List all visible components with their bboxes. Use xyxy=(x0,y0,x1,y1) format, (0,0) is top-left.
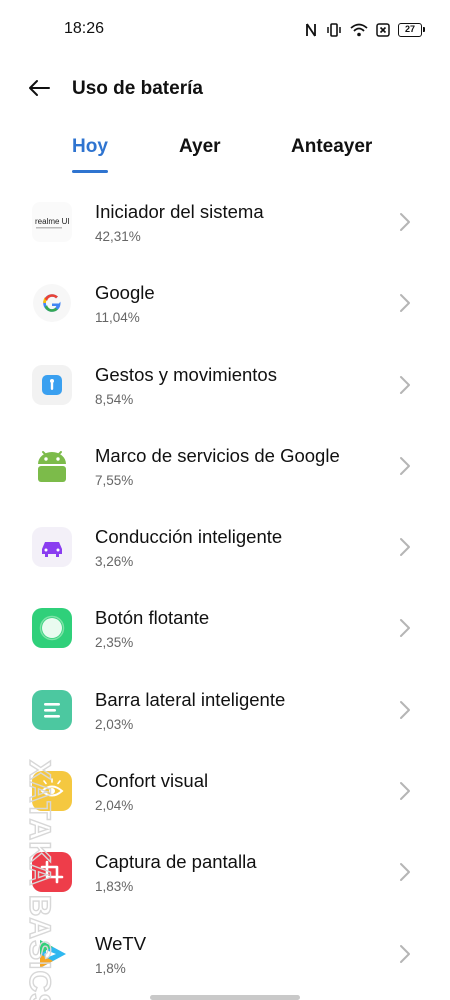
chevron-right-icon xyxy=(400,700,410,719)
app-name: Barra lateral inteligente xyxy=(95,688,286,710)
app-name: Confort visual xyxy=(95,770,209,792)
status-icons: 27 xyxy=(304,20,425,40)
eye-icon xyxy=(32,771,72,812)
wetv-icon xyxy=(32,934,72,974)
app-percent: 3,26% xyxy=(95,554,134,570)
app-percent: 7,55% xyxy=(95,472,134,488)
chevron-right-icon xyxy=(400,294,410,313)
app-name: Captura de pantalla xyxy=(95,851,257,873)
app-name: WeTV xyxy=(95,932,147,954)
android-icon xyxy=(32,446,72,486)
app-percent: 2,04% xyxy=(95,798,134,814)
list-item[interactable]: Conducción inteligente 3,26% xyxy=(0,507,450,588)
back-button[interactable] xyxy=(24,76,54,104)
realme-ui-icon: realme UI xyxy=(32,202,72,242)
car-icon xyxy=(32,527,72,568)
active-tab-indicator xyxy=(72,170,108,173)
page-title: Uso de batería xyxy=(72,78,203,99)
tab-anteayer[interactable]: Anteayer xyxy=(291,136,372,158)
sim-icon xyxy=(376,23,390,37)
app-percent: 2,35% xyxy=(95,635,134,651)
tab-hoy[interactable]: Hoy xyxy=(72,136,108,158)
app-name: Conducción inteligente xyxy=(95,526,283,548)
status-time: 18:26 xyxy=(64,20,105,37)
list-item[interactable]: Confort visual 2,04% xyxy=(0,751,450,832)
chevron-right-icon xyxy=(400,456,410,475)
chevron-right-icon xyxy=(400,944,410,963)
chevron-right-icon xyxy=(400,782,410,801)
google-icon xyxy=(32,283,72,323)
gestures-icon xyxy=(32,364,72,405)
list-item[interactable]: Gestos y movimientos 8,54% xyxy=(0,345,450,426)
chevron-right-icon xyxy=(400,619,410,638)
app-name: Iniciador del sistema xyxy=(95,201,264,222)
home-indicator[interactable] xyxy=(150,995,300,1000)
app-percent: 1,83% xyxy=(95,879,134,895)
list-item[interactable]: Marco de servicios de Google 7,55% xyxy=(0,426,450,507)
list-item[interactable]: realme UI Iniciador del sistema 42,31% xyxy=(0,182,450,263)
app-percent: 8,54% xyxy=(95,391,134,407)
wifi-icon xyxy=(350,23,368,37)
tab-bar: Hoy Ayer Anteayer xyxy=(0,128,450,180)
list-item[interactable]: Barra lateral inteligente 2,03% xyxy=(0,670,450,751)
sidebar-icon xyxy=(32,689,72,730)
status-bar: 18:26 27 xyxy=(0,0,450,58)
app-name: Gestos y movimientos xyxy=(95,363,277,385)
app-percent: 2,03% xyxy=(95,716,134,732)
chevron-right-icon xyxy=(400,863,410,882)
app-list: realme UI Iniciador del sistema 42,31% G… xyxy=(0,182,450,995)
chevron-right-icon xyxy=(400,538,410,557)
chevron-right-icon xyxy=(400,213,410,231)
app-percent: 42,31% xyxy=(95,229,141,244)
chevron-right-icon xyxy=(400,375,410,394)
tab-ayer[interactable]: Ayer xyxy=(179,136,221,158)
list-item[interactable]: Botón flotante 2,35% xyxy=(0,588,450,669)
app-name: Google xyxy=(95,282,155,304)
list-item[interactable]: Captura de pantalla 1,83% xyxy=(0,832,450,913)
svg-text:realme UI: realme UI xyxy=(35,217,70,226)
battery-icon: 27 xyxy=(398,23,425,37)
app-name: Marco de servicios de Google xyxy=(95,444,340,466)
app-name: Botón flotante xyxy=(95,607,210,629)
nfc-icon xyxy=(304,22,318,38)
app-percent: 1,8% xyxy=(95,960,126,976)
crop-icon xyxy=(32,852,72,893)
floating-button-icon xyxy=(32,608,72,649)
list-item[interactable]: WeTV 1,8% xyxy=(0,914,450,995)
vibrate-icon xyxy=(326,22,342,38)
arrow-left-icon xyxy=(27,79,51,102)
app-percent: 11,04% xyxy=(95,310,140,326)
header: Uso de batería xyxy=(0,70,450,110)
list-item[interactable]: Google 11,04% xyxy=(0,263,450,344)
